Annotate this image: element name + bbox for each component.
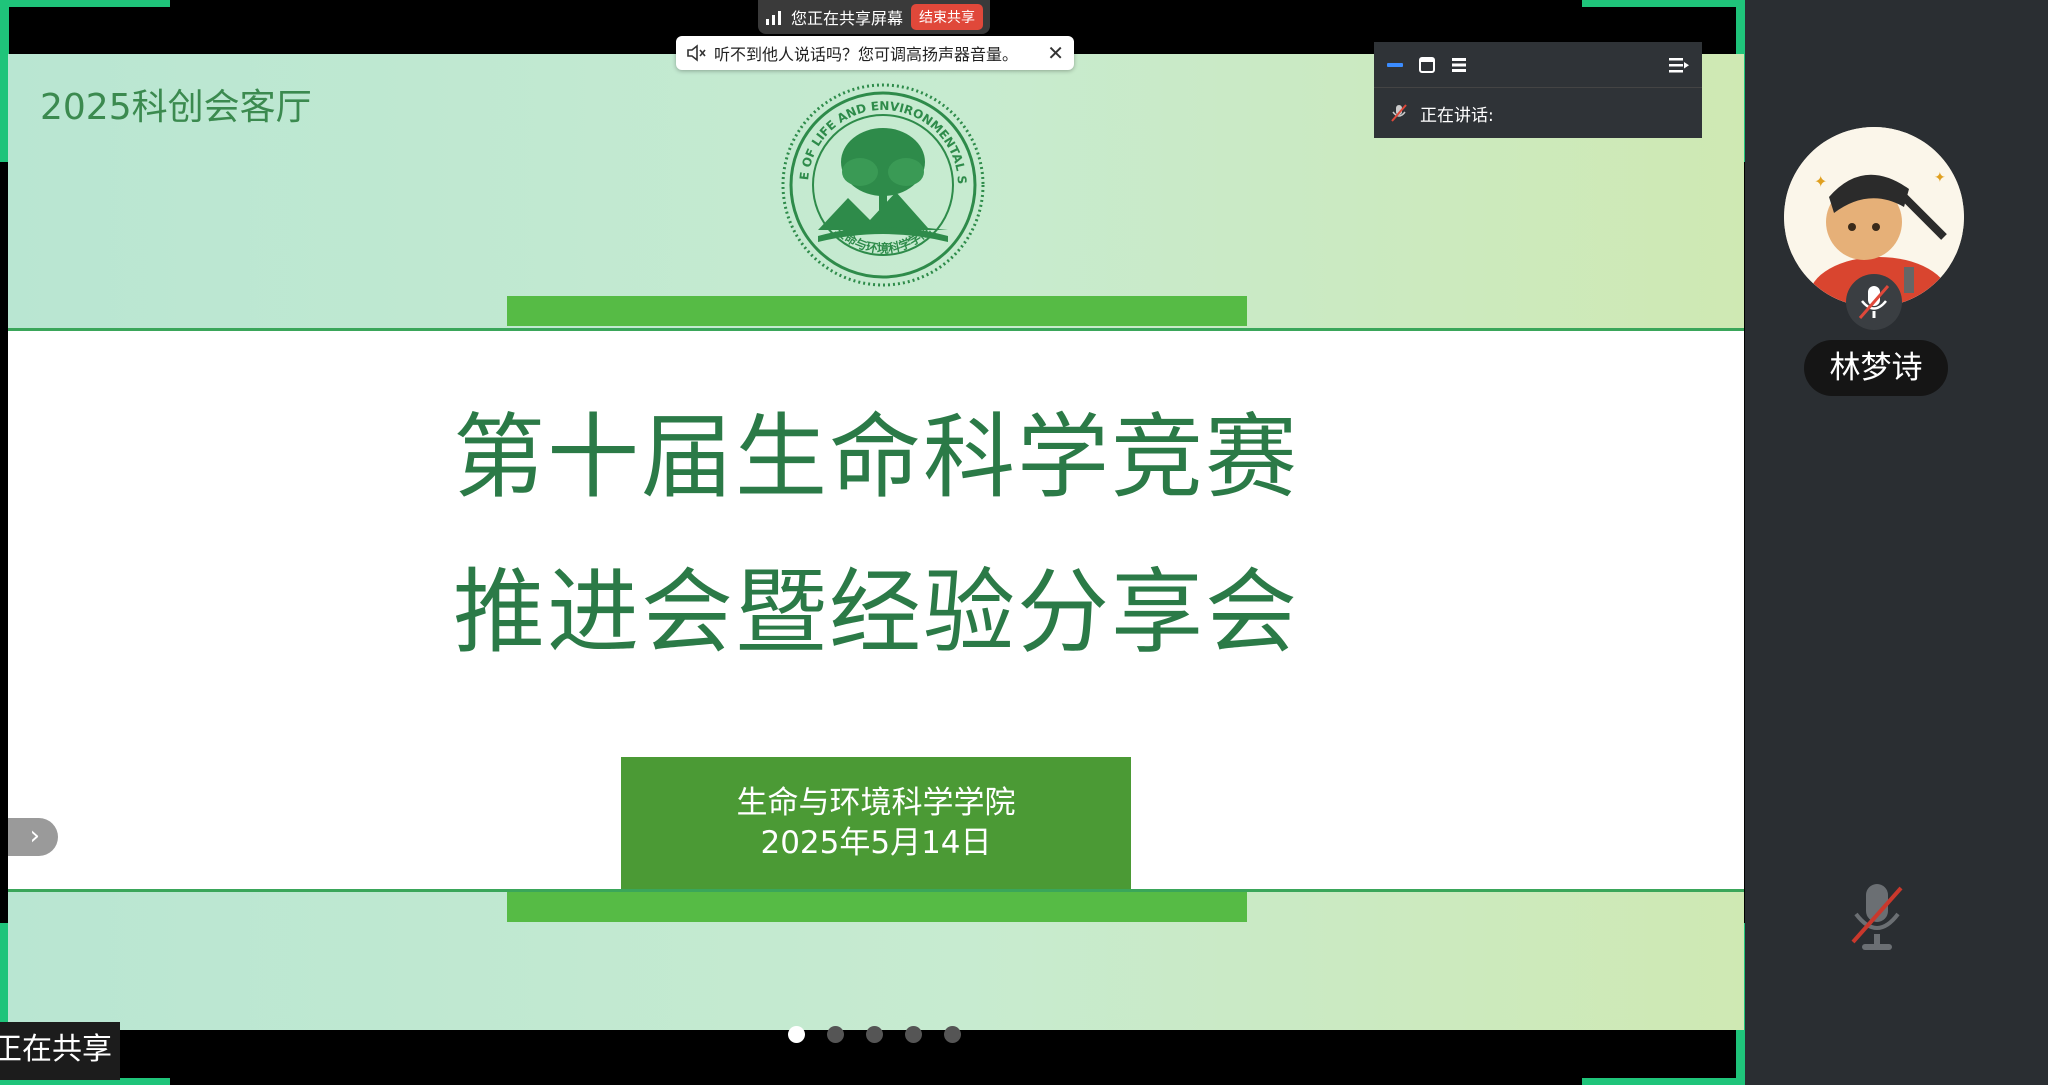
mic-muted-icon xyxy=(1391,104,1407,122)
microphone-toggle-button[interactable] xyxy=(1847,880,1907,960)
meeting-mini-panel: 正在讲话: xyxy=(1374,42,1702,138)
presentation-slide: 2025科创会客厅 COLLEGE OF LIFE AND ENVIRONMEN… xyxy=(8,54,1744,1030)
speaking-label: 正在讲话: xyxy=(1420,105,1494,126)
expand-menu-icon[interactable] xyxy=(1668,56,1690,74)
page-dot[interactable] xyxy=(905,1026,922,1043)
slide-info-box: 生命与环境科学学院 2025年5月14日 xyxy=(621,757,1131,889)
mic-muted-icon xyxy=(1858,285,1890,319)
signal-icon xyxy=(765,11,781,25)
mic-muted-icon xyxy=(1851,884,1903,950)
share-status-text: 您正在共享屏幕 xyxy=(790,9,903,28)
share-frame-corner xyxy=(1582,1078,1744,1085)
window-icon[interactable] xyxy=(1418,56,1436,74)
chevron-right-icon: › xyxy=(29,821,40,851)
expand-panel-button[interactable]: › xyxy=(8,818,58,856)
page-dot[interactable] xyxy=(866,1026,883,1043)
slide-title-band: 第十届生命科学竞赛 推进会暨经验分享会 生命与环境科学学院 2025年5月14日 xyxy=(8,328,1744,892)
college-emblem-logo: COLLEGE OF LIFE AND ENVIRONMENTAL SCIENC… xyxy=(778,80,985,287)
participant-mute-badge xyxy=(1846,274,1902,330)
speaker-muted-icon xyxy=(687,44,706,62)
slide-date-text: 2025年5月14日 xyxy=(760,825,992,861)
mini-panel-toolbar xyxy=(1374,42,1702,88)
slide-decor-bar-bottom xyxy=(507,892,1247,922)
share-frame-corner xyxy=(0,0,170,7)
close-icon[interactable]: ✕ xyxy=(1047,41,1064,65)
minimize-icon[interactable] xyxy=(1386,56,1404,74)
slide-title-line-1: 第十届生命科学竞赛 xyxy=(452,404,1299,511)
page-indicator xyxy=(788,1026,961,1043)
sharing-status-label: 正在共享 xyxy=(0,1022,120,1080)
participant-name: 林梦诗 xyxy=(1804,340,1948,396)
page-dot[interactable] xyxy=(788,1026,805,1043)
slide-decor-bar-top xyxy=(507,296,1247,326)
shared-screen: 2025科创会客厅 COLLEGE OF LIFE AND ENVIRONMEN… xyxy=(0,0,1745,1085)
participant-panel: ✦ ✦ 林梦诗 xyxy=(1745,0,2048,1085)
audio-volume-tip: 听不到他人说话吗？您可调高扬声器音量。 ✕ xyxy=(676,36,1074,70)
svg-text:✦: ✦ xyxy=(1934,170,1946,186)
slide-title-line-2: 推进会暨经验分享会 xyxy=(452,559,1299,666)
list-view-icon[interactable] xyxy=(1450,56,1468,74)
share-frame-corner xyxy=(1582,0,1744,7)
audio-tip-message: 听不到他人说话吗？您可调高扬声器音量。 xyxy=(714,45,1019,64)
stop-sharing-button[interactable]: 结束共享 xyxy=(911,4,983,30)
svg-text:✦: ✦ xyxy=(1814,172,1827,191)
page-dot[interactable] xyxy=(827,1026,844,1043)
page-dot[interactable] xyxy=(944,1026,961,1043)
speaking-indicator: 正在讲话: xyxy=(1374,88,1702,138)
slide-org-text: 生命与环境科学学院 xyxy=(736,785,1016,821)
slide-brand-text: 2025科创会客厅 xyxy=(40,87,312,128)
screen-share-status-bar: 您正在共享屏幕 结束共享 xyxy=(758,0,990,34)
